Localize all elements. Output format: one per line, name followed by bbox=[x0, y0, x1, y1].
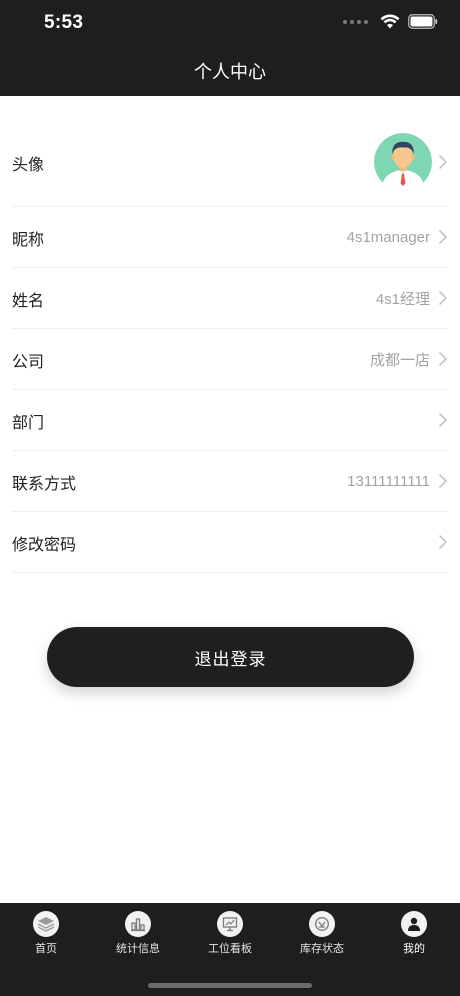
chevron-right-icon bbox=[439, 413, 447, 427]
logout-button[interactable]: 退出登录 bbox=[47, 627, 414, 687]
tab-label-home: 首页 bbox=[35, 943, 57, 955]
home-indicator bbox=[148, 983, 312, 988]
row-label-company: 公司 bbox=[12, 354, 45, 371]
row-right-department bbox=[430, 390, 448, 450]
stock-icon bbox=[309, 911, 335, 937]
layers-icon bbox=[33, 911, 59, 937]
row-label-nickname: 昵称 bbox=[12, 232, 45, 249]
row-right-contact: 13111111111 bbox=[347, 451, 448, 511]
bar-chart-icon bbox=[125, 911, 151, 937]
board-icon bbox=[217, 911, 243, 937]
tab-mine[interactable]: 我的 bbox=[368, 911, 460, 956]
tab-label-workstation-board: 工位看板 bbox=[208, 943, 252, 955]
avatar-icon[interactable] bbox=[374, 133, 432, 191]
row-name[interactable]: 姓名 4s1经理 bbox=[12, 268, 448, 329]
chevron-right-icon bbox=[439, 352, 447, 366]
battery-icon bbox=[408, 14, 438, 29]
row-label-department: 部门 bbox=[12, 415, 45, 432]
user-icon bbox=[401, 911, 427, 937]
row-value-company: 成都一店 bbox=[369, 351, 430, 369]
tab-label-statistics: 统计信息 bbox=[116, 943, 160, 955]
tab-statistics[interactable]: 统计信息 bbox=[92, 911, 184, 956]
row-label-name: 姓名 bbox=[12, 293, 45, 310]
row-right-company: 成都一店 bbox=[370, 329, 448, 389]
chevron-right-icon bbox=[439, 155, 447, 169]
status-time: 5:53 bbox=[44, 12, 84, 33]
top-bar: 5:53 个人中心 bbox=[0, 0, 460, 96]
row-label-change-password: 修改密码 bbox=[12, 537, 77, 554]
chevron-right-icon bbox=[439, 230, 447, 244]
row-contact[interactable]: 联系方式 13111111111 bbox=[12, 451, 448, 512]
row-avatar[interactable]: 头像 bbox=[12, 118, 448, 207]
row-company[interactable]: 公司 成都一店 bbox=[12, 329, 448, 390]
row-department[interactable]: 部门 bbox=[12, 390, 448, 451]
tab-bar: 首页 统计信息 工位看板 库存状态 我的 bbox=[0, 903, 460, 996]
chevron-right-icon bbox=[439, 291, 447, 305]
tab-home[interactable]: 首页 bbox=[0, 911, 92, 956]
row-value-name: 4s1经理 bbox=[375, 290, 430, 308]
row-value-contact: 13111111111 bbox=[347, 472, 430, 490]
row-nickname[interactable]: 昵称 4s1manager bbox=[12, 207, 448, 268]
row-right-nickname: 4s1manager bbox=[347, 207, 448, 267]
status-indicators bbox=[343, 14, 438, 29]
chevron-right-icon bbox=[439, 474, 447, 488]
row-label-avatar: 头像 bbox=[12, 157, 45, 174]
tab-workstation-board[interactable]: 工位看板 bbox=[184, 911, 276, 956]
tab-list: 首页 统计信息 工位看板 库存状态 我的 bbox=[0, 903, 460, 956]
row-value-nickname: 4s1manager bbox=[346, 228, 430, 246]
row-label-contact: 联系方式 bbox=[12, 476, 77, 493]
tab-label-stock-status: 库存状态 bbox=[300, 943, 344, 955]
row-right-name: 4s1经理 bbox=[376, 268, 448, 328]
row-right-change-password bbox=[430, 512, 448, 572]
chevron-right-icon bbox=[439, 535, 447, 549]
row-change-password[interactable]: 修改密码 bbox=[12, 512, 448, 573]
profile-list: 头像 昵称 4s1manager 姓名 4s1经理 公司 成都一店 部门 联系方… bbox=[12, 118, 448, 573]
tab-stock-status[interactable]: 库存状态 bbox=[276, 911, 368, 956]
tab-label-mine: 我的 bbox=[403, 943, 425, 955]
page-title: 个人中心 bbox=[194, 62, 266, 82]
cellular-signal-icon bbox=[343, 19, 368, 24]
wifi-icon bbox=[380, 14, 400, 29]
row-right-avatar bbox=[374, 118, 448, 206]
